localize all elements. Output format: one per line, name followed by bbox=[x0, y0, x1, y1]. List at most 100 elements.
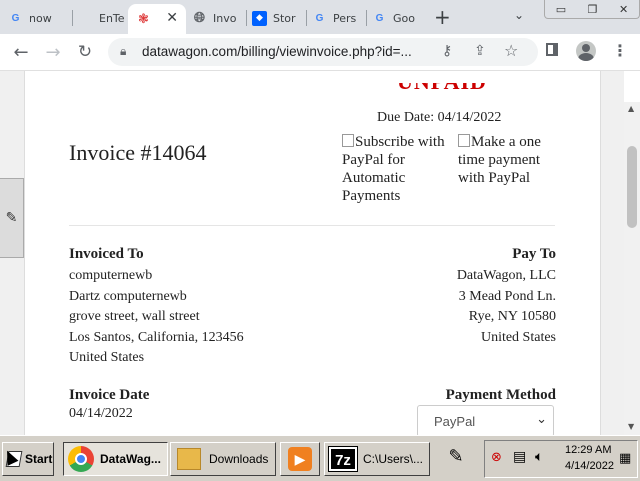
address-bar[interactable]: 🔒︎ datawagon.com/billing/viewinvoice.php… bbox=[108, 38, 538, 66]
menu-dots-icon[interactable]: ⋮ bbox=[612, 41, 628, 60]
close-tab-icon[interactable]: ✕ bbox=[166, 10, 178, 26]
chevron-down-icon[interactable]: ⌄ bbox=[514, 8, 524, 22]
tab-4[interactable]: 🌐︎ Invo bbox=[192, 4, 242, 32]
payment-method-heading: Payment Method bbox=[445, 387, 556, 403]
tab-strip: G now EnTe ❃ ✕ 🌐︎ Invo ◆ Stor G Pers G G… bbox=[0, 0, 640, 34]
minimize-icon[interactable]: ▭ bbox=[556, 3, 566, 16]
pay-to-address: DataWagon, LLC 3 Mead Pond Ln. Rye, NY 1… bbox=[457, 266, 556, 348]
show-desktop-icon[interactable]: ▦ bbox=[619, 451, 631, 466]
pay-to-heading: Pay To bbox=[512, 246, 556, 262]
side-edit-tab[interactable]: ✎ bbox=[0, 178, 24, 258]
chrome-icon bbox=[68, 446, 94, 472]
folder-icon bbox=[177, 448, 201, 470]
tab-label: EnTe bbox=[99, 11, 125, 25]
scroll-up-icon[interactable]: ▲ bbox=[628, 104, 634, 113]
7zip-icon: 7z bbox=[328, 446, 358, 472]
payment-method-select[interactable]: PayPal ⌄ bbox=[417, 405, 554, 435]
key-icon[interactable]: ⚷ bbox=[442, 43, 452, 59]
address-line: DataWagon, LLC bbox=[456, 268, 556, 283]
tab-label: Pers bbox=[333, 11, 357, 25]
url-text[interactable]: datawagon.com/billing/viewinvoice.php?id… bbox=[142, 44, 412, 59]
paypal-subscribe-alt: Subscribe with PayPal for Automatic Paym… bbox=[342, 134, 445, 204]
tab-label: now bbox=[29, 11, 52, 25]
profile-avatar-icon[interactable] bbox=[576, 41, 596, 61]
taskbar-label: Downloads bbox=[209, 452, 269, 466]
address-line: Rye, NY 10580 bbox=[468, 309, 556, 324]
paypal-onetime-image[interactable]: Make a one time payment with PayPal bbox=[458, 133, 553, 187]
chevron-down-icon: ⌄ bbox=[536, 412, 547, 427]
address-line: computernewb bbox=[69, 268, 153, 283]
address-line: 3 Mead Pond Ln. bbox=[458, 288, 556, 304]
address-line: United States bbox=[480, 329, 556, 345]
taskbar-label: DataWag... bbox=[100, 452, 161, 466]
google-icon: G bbox=[315, 12, 324, 24]
flower-icon: ❃ bbox=[138, 11, 149, 27]
due-date: Due Date: 04/14/2022 bbox=[377, 110, 502, 125]
volume-icon[interactable]: 🔈︎ bbox=[535, 449, 543, 465]
taskbar-chrome[interactable]: DataWag... bbox=[63, 442, 168, 476]
browser-toolbar: ← → ↻ 🔒︎ datawagon.com/billing/viewinvoi… bbox=[0, 34, 640, 71]
address-line: Los Santos, California, 123456 bbox=[69, 329, 244, 345]
network-icon[interactable]: ▤ bbox=[513, 449, 526, 465]
scrollbar-thumb[interactable] bbox=[627, 146, 637, 228]
address-line: grove street, wall street bbox=[69, 309, 200, 324]
system-tray: ⊗ ▤ 🔈︎ 12:29 AM 4/14/2022 ▦ bbox=[484, 440, 638, 478]
tab-label: Stor bbox=[273, 11, 296, 25]
tab-1[interactable]: G now bbox=[8, 4, 68, 32]
back-icon[interactable]: ← bbox=[10, 42, 32, 63]
scroll-down-icon[interactable]: ▼ bbox=[628, 422, 634, 431]
invoice-date-value: 04/14/2022 bbox=[69, 406, 133, 421]
dropbox-icon: ◆ bbox=[252, 10, 267, 26]
pencil-icon: ✎ bbox=[5, 210, 18, 226]
google-icon: G bbox=[11, 12, 20, 24]
media-player-icon: ▶ bbox=[288, 447, 312, 471]
invoice-date-heading: Invoice Date bbox=[69, 387, 150, 403]
taskbar-downloads[interactable]: Downloads bbox=[170, 442, 276, 476]
invoiced-to-address: computernewb Dartz computernewb grove st… bbox=[69, 266, 244, 369]
invoice-status: UNPAID bbox=[397, 83, 487, 95]
share-icon[interactable]: ⇪ bbox=[474, 43, 486, 59]
page-scrollbar[interactable]: ▲ ▼ bbox=[624, 102, 640, 435]
taskbar-media[interactable]: ▶ bbox=[280, 442, 320, 476]
clock-date[interactable]: 4/14/2022 bbox=[565, 460, 614, 472]
start-label: Start bbox=[25, 452, 53, 466]
network-error-icon[interactable]: ⊗ bbox=[491, 450, 502, 465]
new-tab-icon[interactable]: + bbox=[434, 5, 451, 29]
taskbar: Start DataWag... Downloads ▶ 7z C:\Users… bbox=[0, 435, 640, 481]
paypal-onetime-alt: Make a one time payment with PayPal bbox=[458, 134, 541, 186]
broken-image-icon bbox=[458, 134, 470, 147]
invoice-title: Invoice #14064 bbox=[69, 140, 207, 165]
payment-method-value: PayPal bbox=[434, 414, 476, 429]
tab-2[interactable]: EnTe bbox=[78, 4, 128, 32]
tab-label: Goo bbox=[393, 11, 415, 25]
reload-icon[interactable]: ↻ bbox=[74, 42, 96, 62]
lock-icon[interactable]: 🔒︎ bbox=[120, 44, 126, 59]
status-clipped: UNPAID bbox=[397, 83, 487, 105]
taskbar-label: C:\Users\... bbox=[363, 452, 424, 466]
invoiced-to-heading: Invoiced To bbox=[69, 246, 144, 262]
close-icon[interactable]: ✕ bbox=[619, 3, 628, 16]
side-panel-icon[interactable] bbox=[546, 43, 558, 56]
bookmark-star-icon[interactable]: ☆ bbox=[504, 41, 518, 60]
forward-icon[interactable]: → bbox=[42, 42, 64, 63]
quick-launch-edit-icon[interactable]: ✎ bbox=[444, 446, 468, 470]
tab-5[interactable]: ◆ Stor bbox=[252, 4, 302, 32]
address-line: Dartz computernewb bbox=[69, 288, 187, 304]
tab-6[interactable]: G Pers bbox=[312, 4, 362, 32]
restore-icon[interactable]: ❐ bbox=[588, 3, 598, 16]
address-line: United States bbox=[69, 350, 145, 365]
tab-active[interactable]: ❃ ✕ bbox=[128, 4, 186, 34]
tab-label: Invo bbox=[213, 11, 237, 25]
page-icon bbox=[78, 11, 93, 26]
tab-7[interactable]: G Goo bbox=[372, 4, 422, 32]
broken-image-icon bbox=[342, 134, 354, 147]
globe-icon: 🌐︎ bbox=[193, 10, 206, 26]
taskbar-7zip[interactable]: 7z C:\Users\... bbox=[324, 442, 430, 476]
page-viewport: UNPAID Due Date: 04/14/2022 Invoice #140… bbox=[0, 71, 624, 435]
divider bbox=[69, 225, 555, 226]
clock-time[interactable]: 12:29 AM bbox=[565, 444, 611, 456]
google-icon: G bbox=[375, 12, 384, 24]
window-controls: ▭ ❐ ✕ bbox=[544, 0, 640, 19]
invoice-card: UNPAID Due Date: 04/14/2022 Invoice #140… bbox=[24, 71, 601, 435]
paypal-subscribe-image[interactable]: Subscribe with PayPal for Automatic Paym… bbox=[342, 133, 450, 205]
